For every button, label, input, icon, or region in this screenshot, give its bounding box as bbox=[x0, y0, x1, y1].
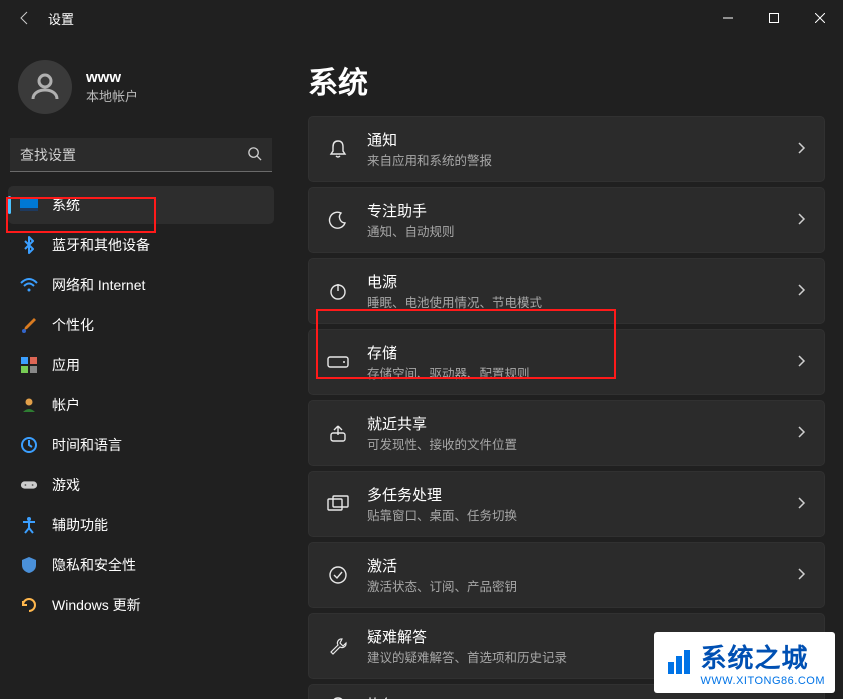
user-account-type: 本地帐户 bbox=[86, 86, 138, 105]
nav-item-apps[interactable]: 应用 bbox=[8, 346, 274, 384]
card-nearby-sharing[interactable]: 就近共享 可发现性、接收的文件位置 bbox=[308, 400, 825, 466]
chevron-right-icon bbox=[796, 283, 806, 300]
titlebar: 设置 bbox=[0, 0, 843, 36]
card-subtitle: 存储空间、驱动器、配置规则 bbox=[367, 363, 778, 382]
wifi-icon bbox=[20, 276, 38, 294]
apps-icon bbox=[20, 356, 38, 374]
watermark-url: WWW.XITONG86.COM bbox=[700, 675, 825, 687]
accessibility-icon bbox=[20, 516, 38, 534]
nav-item-gaming[interactable]: 游戏 bbox=[8, 466, 274, 504]
nav-item-time-language[interactable]: 时间和语言 bbox=[8, 426, 274, 464]
user-name: www bbox=[86, 69, 138, 86]
power-icon bbox=[327, 280, 349, 302]
chevron-right-icon bbox=[796, 425, 806, 442]
maximize-button[interactable] bbox=[751, 0, 797, 36]
nav-label: 系统 bbox=[52, 195, 80, 215]
card-notifications[interactable]: 通知 来自应用和系统的警报 bbox=[308, 116, 825, 182]
nav-label: 时间和语言 bbox=[52, 435, 122, 455]
card-title: 专注助手 bbox=[367, 200, 778, 221]
user-block[interactable]: www 本地帐户 bbox=[8, 52, 274, 126]
multitask-icon bbox=[327, 493, 349, 515]
nav-item-accessibility[interactable]: 辅助功能 bbox=[8, 506, 274, 544]
card-title: 电源 bbox=[367, 271, 778, 292]
chevron-right-icon bbox=[796, 354, 806, 371]
avatar bbox=[18, 60, 72, 114]
window-title: 设置 bbox=[48, 9, 74, 28]
nav-item-privacy[interactable]: 隐私和安全性 bbox=[8, 546, 274, 584]
main-panel: 系统 通知 来自应用和系统的警报 专注助手 通知、自动规则 bbox=[282, 36, 843, 699]
nav-label: 个性化 bbox=[52, 315, 94, 335]
moon-icon bbox=[327, 209, 349, 231]
card-storage[interactable]: 存储 存储空间、驱动器、配置规则 bbox=[308, 329, 825, 395]
card-subtitle: 可发现性、接收的文件位置 bbox=[367, 434, 778, 453]
card-title: 就近共享 bbox=[367, 413, 778, 434]
nav-item-system[interactable]: 系统 bbox=[8, 186, 274, 224]
nav-label: Windows 更新 bbox=[52, 595, 141, 615]
clock-globe-icon bbox=[20, 436, 38, 454]
card-title: 激活 bbox=[367, 555, 778, 576]
search-icon bbox=[247, 146, 262, 164]
page-title: 系统 bbox=[308, 58, 825, 102]
card-subtitle: 通知、自动规则 bbox=[367, 221, 778, 240]
nav-label: 隐私和安全性 bbox=[52, 555, 136, 575]
chevron-right-icon bbox=[796, 141, 806, 158]
card-multitasking[interactable]: 多任务处理 贴靠窗口、桌面、任务切换 bbox=[308, 471, 825, 537]
nav-item-network[interactable]: 网络和 Internet bbox=[8, 266, 274, 304]
person-icon bbox=[20, 396, 38, 414]
card-subtitle: 激活状态、订阅、产品密钥 bbox=[367, 576, 778, 595]
shield-icon bbox=[20, 556, 38, 574]
card-title: 存储 bbox=[367, 342, 778, 363]
update-icon bbox=[20, 596, 38, 614]
nav-item-personalization[interactable]: 个性化 bbox=[8, 306, 274, 344]
chevron-right-icon bbox=[796, 567, 806, 584]
paintbrush-icon bbox=[20, 316, 38, 334]
recovery-icon bbox=[327, 693, 349, 699]
close-button[interactable] bbox=[797, 0, 843, 36]
nav-label: 网络和 Internet bbox=[52, 275, 145, 295]
search-container bbox=[10, 138, 272, 172]
share-icon bbox=[327, 422, 349, 444]
window-controls bbox=[705, 0, 843, 36]
chevron-right-icon bbox=[796, 496, 806, 513]
nav-item-accounts[interactable]: 帐户 bbox=[8, 386, 274, 424]
nav-label: 辅助功能 bbox=[52, 515, 108, 535]
bell-icon bbox=[327, 138, 349, 160]
check-circle-icon bbox=[327, 564, 349, 586]
wrench-icon bbox=[327, 635, 349, 657]
nav-label: 蓝牙和其他设备 bbox=[52, 235, 150, 255]
display-icon bbox=[20, 196, 38, 214]
card-subtitle: 来自应用和系统的警报 bbox=[367, 150, 778, 169]
search-input[interactable] bbox=[10, 138, 272, 172]
nav-item-bluetooth[interactable]: 蓝牙和其他设备 bbox=[8, 226, 274, 264]
bluetooth-icon bbox=[20, 236, 38, 254]
storage-icon bbox=[327, 351, 349, 373]
card-power[interactable]: 电源 睡眠、电池使用情况、节电模式 bbox=[308, 258, 825, 324]
card-title: 多任务处理 bbox=[367, 484, 778, 505]
minimize-button[interactable] bbox=[705, 0, 751, 36]
nav-label: 帐户 bbox=[52, 395, 80, 415]
card-subtitle: 睡眠、电池使用情况、节电模式 bbox=[367, 292, 778, 311]
card-title: 恢复 bbox=[367, 694, 806, 699]
watermark-logo: 系统之城 WWW.XITONG86.COM bbox=[654, 632, 835, 693]
nav-label: 游戏 bbox=[52, 475, 80, 495]
card-focus-assist[interactable]: 专注助手 通知、自动规则 bbox=[308, 187, 825, 253]
sidebar: www 本地帐户 系统 蓝牙和其他设备 网络和 Internet bbox=[0, 36, 282, 699]
card-subtitle: 贴靠窗口、桌面、任务切换 bbox=[367, 505, 778, 524]
watermark-icon bbox=[664, 648, 694, 678]
watermark-text: 系统之城 bbox=[700, 643, 808, 673]
card-title: 通知 bbox=[367, 129, 778, 150]
gamepad-icon bbox=[20, 476, 38, 494]
settings-list: 通知 来自应用和系统的警报 专注助手 通知、自动规则 电源 睡眠、电池使用情况、… bbox=[308, 116, 825, 699]
nav-item-windows-update[interactable]: Windows 更新 bbox=[8, 586, 274, 624]
card-activation[interactable]: 激活 激活状态、订阅、产品密钥 bbox=[308, 542, 825, 608]
back-button[interactable] bbox=[10, 3, 40, 33]
nav-label: 应用 bbox=[52, 355, 80, 375]
chevron-right-icon bbox=[796, 212, 806, 229]
nav: 系统 蓝牙和其他设备 网络和 Internet 个性化 应用 帐户 bbox=[8, 186, 274, 624]
